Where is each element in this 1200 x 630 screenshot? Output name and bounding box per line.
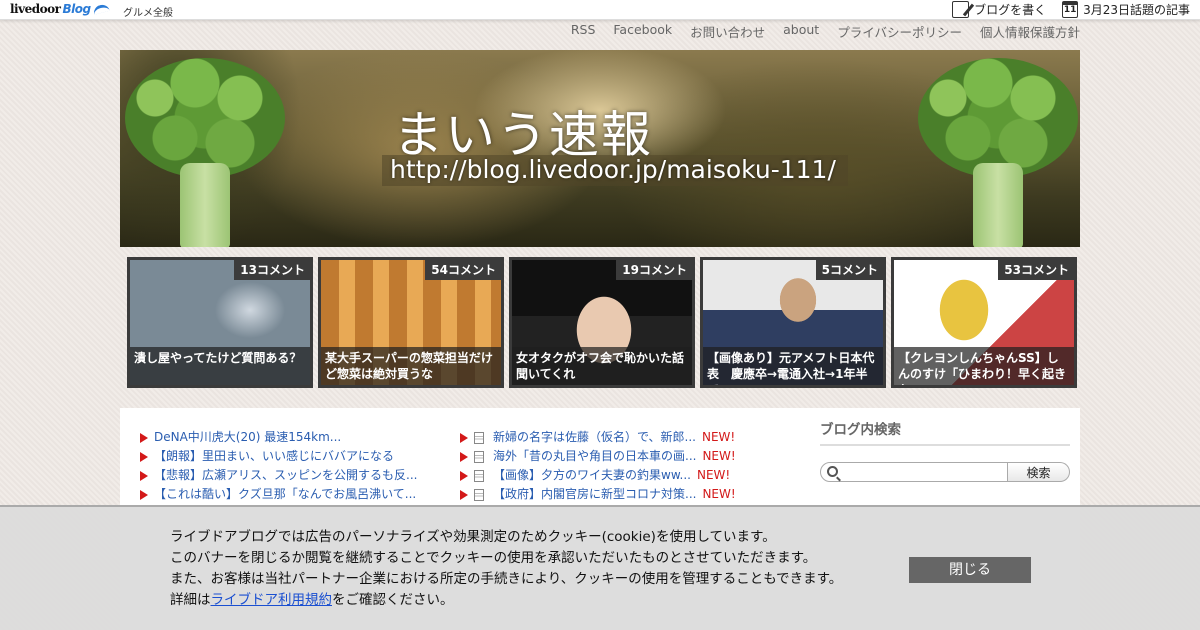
topic-articles-link[interactable]: 11 3月23日話題の記事	[1062, 1, 1190, 18]
sidebar-search: ブログ内検索 検索	[820, 418, 1070, 483]
cookie-consent-banner: ライブドアブログでは広告のパーソナライズや効果測定のためクッキー(cookie)…	[0, 505, 1200, 630]
logo-blog-text: Blog	[62, 2, 91, 16]
comment-count-badge: 5コメント	[815, 260, 883, 280]
red-arrow-icon	[140, 451, 148, 462]
broccoli-left-image	[125, 58, 285, 247]
close-cookie-button[interactable]: 閉じる	[909, 557, 1031, 583]
logo-text: livedoor	[10, 2, 61, 16]
nav-personal-info-policy[interactable]: 個人情報保護方針	[980, 22, 1080, 41]
calendar-icon: 11	[1062, 1, 1079, 18]
list-item-title: 【悲報】広瀬アリス、スッピンを公開するも反...	[154, 468, 418, 482]
list-item-title: 海外「昔の丸目や角目の日本車の画...	[493, 449, 697, 463]
livedoor-blog-logo[interactable]: livedoor Blog	[10, 2, 110, 16]
featured-card[interactable]: 53コメント 【クレヨンしんちゃんSS】しんのすけ「ひまわり！早く起きな	[891, 257, 1077, 388]
header-nav: RSS Facebook お問い合わせ about プライバシーポリシー 個人情…	[571, 22, 1080, 41]
write-blog-link[interactable]: ブログを書く	[952, 1, 1046, 18]
list-item[interactable]: 【朗報】里田まい、いい感じにババアになる	[140, 447, 440, 466]
broccoli-right-image	[918, 58, 1078, 247]
search-input[interactable]	[843, 465, 1003, 483]
featured-card[interactable]: 19コメント 女オタクがオフ会で恥かいた話聞いてくれ	[509, 257, 695, 388]
card-caption: 【画像あり】元アメフト日本代表 慶應卒→電通入社→1年半で	[703, 347, 883, 385]
search-button[interactable]: 検索	[1008, 462, 1070, 482]
list-item-title: 【これは酷い】クズ旦那「なんでお風呂沸いて...	[154, 487, 417, 501]
cookie-line-2: このバナーを閉じるか閲覧を継続することでクッキーの使用を承認いただいたものとさせ…	[170, 550, 817, 566]
logo-swoosh-icon	[91, 3, 110, 15]
list-item[interactable]: 海外「昔の丸目や角目の日本車の画... NEW!	[460, 447, 790, 466]
list-item[interactable]: DeNA中川虎大(20) 最速154km...	[140, 428, 440, 447]
document-icon	[474, 431, 484, 444]
red-arrow-icon	[460, 470, 468, 481]
new-badge: NEW!	[696, 468, 731, 482]
header-banner[interactable]: まいう速報 http://blog.livedoor.jp/maisoku-11…	[120, 50, 1080, 247]
cookie-line-4-suffix: をご確認ください。	[332, 592, 454, 608]
document-icon	[474, 450, 484, 463]
list-item-title: 【政府】内閣官房に新型コロナ対策...	[493, 487, 697, 501]
list-item-title: 新婦の名字は佐藤（仮名）で、新郎...	[493, 430, 696, 444]
comment-count-badge: 13コメント	[234, 260, 310, 280]
red-arrow-icon	[140, 432, 148, 443]
card-caption: 潰し屋やってたけど質問ある？	[130, 347, 310, 385]
new-badge: NEW!	[702, 487, 736, 501]
search-form: 検索	[820, 462, 1070, 483]
write-blog-label: ブログを書く	[974, 3, 1047, 17]
antenna-list-right: 新婦の名字は佐藤（仮名）で、新郎... NEW! 海外「昔の丸目や角目の日本車の画…	[460, 428, 790, 504]
new-badge: NEW!	[702, 449, 736, 463]
cookie-text: ライブドアブログでは広告のパーソナライズや効果測定のためクッキー(cookie)…	[170, 527, 842, 611]
red-arrow-icon	[460, 451, 468, 462]
card-caption: 女オタクがオフ会で恥かいた話聞いてくれ	[512, 347, 692, 385]
category-link[interactable]: グルメ全般	[123, 4, 173, 19]
card-caption: 【クレヨンしんちゃんSS】しんのすけ「ひまわり！早く起きな	[894, 347, 1074, 385]
search-icon	[827, 466, 838, 477]
comment-count-badge: 54コメント	[425, 260, 501, 280]
nav-privacy-policy[interactable]: プライバシーポリシー	[837, 22, 962, 41]
search-heading: ブログ内検索	[820, 418, 1070, 446]
antenna-list-left: DeNA中川虎大(20) 最速154km... 【朗報】里田まい、いい感じにババ…	[140, 428, 440, 504]
terms-link[interactable]: ライブドア利用規約	[211, 592, 333, 608]
cookie-line-4-prefix: 詳細は	[170, 592, 211, 608]
cookie-line-1: ライブドアブログでは広告のパーソナライズや効果測定のためクッキー(cookie)…	[170, 529, 776, 545]
featured-card[interactable]: 13コメント 潰し屋やってたけど質問ある？	[127, 257, 313, 388]
featured-articles: 13コメント 潰し屋やってたけど質問ある？ 54コメント 某大手スーパーの惣菜担…	[127, 257, 1077, 388]
featured-card[interactable]: 5コメント 【画像あり】元アメフト日本代表 慶應卒→電通入社→1年半で	[700, 257, 886, 388]
featured-card[interactable]: 54コメント 某大手スーパーの惣菜担当だけど惣菜は絶対買うな	[318, 257, 504, 388]
list-item[interactable]: 【悲報】広瀬アリス、スッピンを公開するも反...	[140, 466, 440, 485]
topic-articles-label: 3月23日話題の記事	[1083, 3, 1190, 17]
comment-count-badge: 19コメント	[616, 260, 692, 280]
nav-facebook[interactable]: Facebook	[613, 22, 672, 41]
document-icon	[474, 469, 484, 482]
nav-contact[interactable]: お問い合わせ	[690, 22, 765, 41]
list-item-title: 【画像】夕方のワイ夫妻の釣果ww...	[493, 468, 691, 482]
red-arrow-icon	[460, 489, 468, 500]
search-field-wrap[interactable]	[820, 462, 1008, 483]
topbar-actions: ブログを書く 11 3月23日話題の記事	[952, 1, 1190, 18]
list-item[interactable]: 【画像】夕方のワイ夫妻の釣果ww... NEW!	[460, 466, 790, 485]
list-item[interactable]: 【これは酷い】クズ旦那「なんでお風呂沸いて...	[140, 485, 440, 504]
list-item-title: 【朗報】里田まい、いい感じにババアになる	[154, 449, 395, 463]
nav-rss[interactable]: RSS	[571, 22, 596, 41]
site-url: http://blog.livedoor.jp/maisoku-111/	[382, 155, 848, 186]
list-item-title: DeNA中川虎大(20) 最速154km...	[154, 430, 342, 444]
list-item[interactable]: 新婦の名字は佐藤（仮名）で、新郎... NEW!	[460, 428, 790, 447]
pencil-icon	[952, 1, 970, 18]
red-arrow-icon	[460, 432, 468, 443]
cookie-line-3: また、お客様は当社パートナー企業における所定の手続きにより、クッキーの使用を管理…	[170, 571, 843, 587]
nav-about[interactable]: about	[783, 22, 819, 41]
card-caption: 某大手スーパーの惣菜担当だけど惣菜は絶対買うな	[321, 347, 501, 385]
new-badge: NEW!	[701, 430, 736, 444]
document-icon	[474, 488, 484, 501]
red-arrow-icon	[140, 470, 148, 481]
comment-count-badge: 53コメント	[998, 260, 1074, 280]
list-item[interactable]: 【政府】内閣官房に新型コロナ対策... NEW!	[460, 485, 790, 504]
cookie-line-4: 詳細はライブドア利用規約をご確認ください。	[170, 590, 842, 611]
livedoor-topbar: livedoor Blog グルメ全般 ブログを書く 11 3月23日話題の記事	[0, 0, 1200, 20]
red-arrow-icon	[140, 489, 148, 500]
